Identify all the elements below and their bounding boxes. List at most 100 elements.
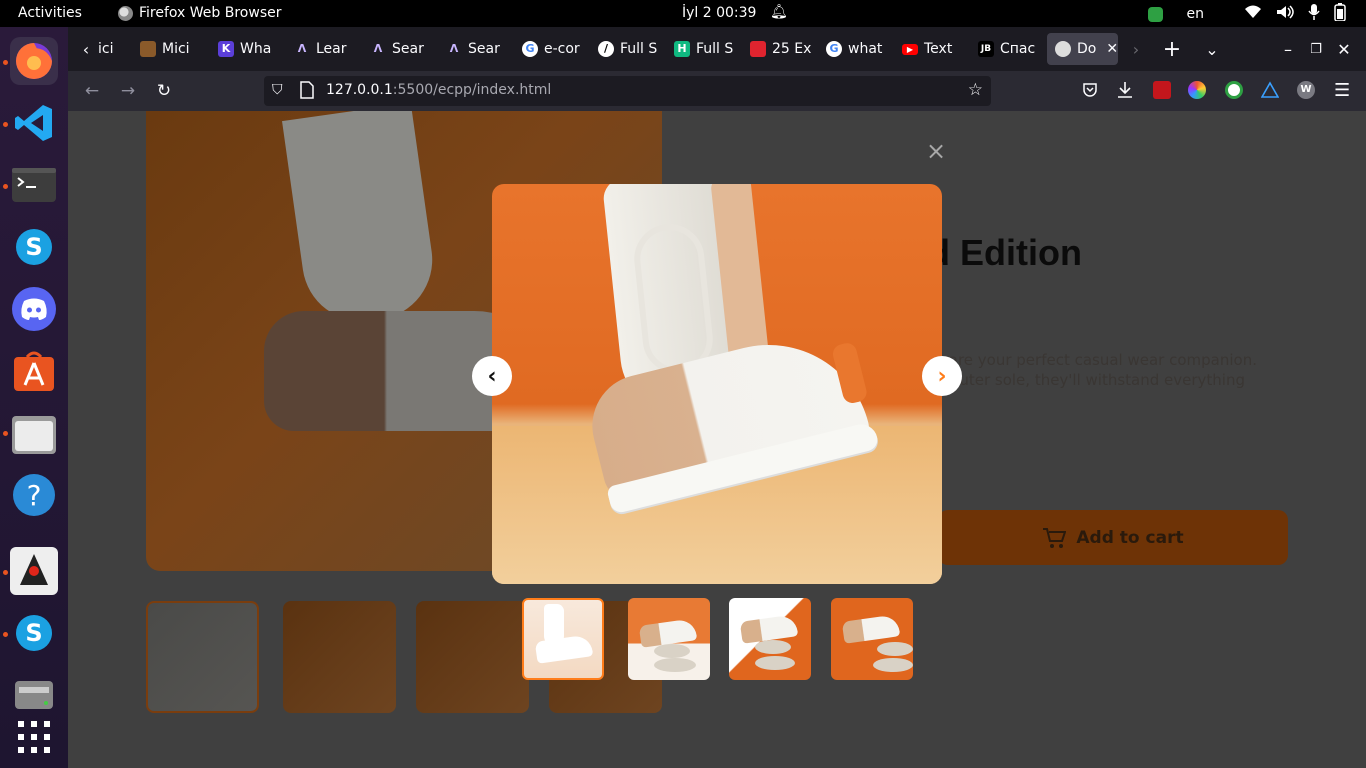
- tab-title: Sear: [392, 41, 424, 57]
- update-shield-icon[interactable]: [1147, 6, 1163, 22]
- tab-title: Sear: [468, 41, 500, 57]
- battery-icon[interactable]: [1334, 3, 1346, 25]
- page-icon[interactable]: [300, 81, 314, 103]
- firefox-icon: [16, 43, 52, 79]
- discord-icon: [12, 287, 56, 331]
- notification-bell-icon: 🔔︎: [770, 4, 788, 20]
- clock[interactable]: İyl 2 00:39: [682, 5, 756, 21]
- running-indicator: [3, 60, 8, 65]
- tab-5[interactable]: Ʌ Sear: [362, 33, 434, 65]
- dock-vscode[interactable]: [10, 99, 58, 147]
- h-favicon-icon: H: [674, 41, 690, 57]
- google-favicon-icon: G: [522, 41, 538, 57]
- close-tab-icon[interactable]: ✕: [1106, 41, 1118, 57]
- running-indicator: [3, 184, 8, 189]
- running-indicator: [3, 570, 8, 575]
- thumb-shoe: [841, 614, 901, 644]
- dock-java[interactable]: [10, 547, 58, 595]
- jetbrains-favicon-icon: JB: [978, 41, 994, 57]
- tab-9[interactable]: H Full S: [666, 33, 738, 65]
- url-bar[interactable]: ⛉ 127.0.0.1:5500/ecpp/index.html ☆: [264, 76, 991, 106]
- lightbox-thumbnail-3[interactable]: [729, 598, 811, 680]
- tab-10[interactable]: 25 Ex: [742, 33, 814, 65]
- pocket-icon[interactable]: [1082, 82, 1098, 102]
- volume-icon[interactable]: [1276, 5, 1294, 23]
- dock-firefox[interactable]: [10, 37, 58, 85]
- tab-14-active[interactable]: Do ✕: [1047, 33, 1118, 65]
- dock-disk[interactable]: [10, 671, 58, 719]
- reload-button[interactable]: ↻: [150, 77, 178, 105]
- app-name-label: Firefox Web Browser: [139, 5, 282, 21]
- shoe-shape: [282, 111, 440, 330]
- favicon-icon: [1055, 41, 1071, 57]
- tab-11[interactable]: Gwhat: [818, 33, 890, 65]
- app-grid-icon: [18, 721, 50, 753]
- product-description: rs are your perfect casual wear companio…: [930, 350, 1290, 390]
- lightbox-thumbnail-1[interactable]: [522, 598, 604, 680]
- tab-2[interactable]: Mici: [132, 33, 204, 65]
- new-tab-button[interactable]: +: [1158, 35, 1186, 63]
- lightbox-close-button[interactable]: ×: [926, 139, 946, 163]
- tab-title: Do: [1077, 41, 1097, 57]
- bookmark-star-icon[interactable]: ☆: [968, 80, 983, 100]
- dock-software-center[interactable]: [10, 347, 58, 395]
- extension-w-icon[interactable]: W: [1297, 81, 1315, 99]
- activities-button[interactable]: Activities: [18, 5, 82, 21]
- dock-show-apps[interactable]: [10, 713, 58, 761]
- minimize-button[interactable]: –: [1274, 35, 1302, 63]
- add-to-cart-button[interactable]: Add to cart: [938, 510, 1288, 565]
- dock-terminal[interactable]: [10, 161, 58, 209]
- forward-button[interactable]: →: [114, 77, 142, 105]
- extension-red-icon[interactable]: [1153, 81, 1171, 99]
- color-picker-extension-icon[interactable]: [1188, 81, 1206, 99]
- url-text[interactable]: 127.0.0.1:5500/ecpp/index.html: [326, 82, 551, 98]
- dock-skype[interactable]: S: [10, 223, 58, 271]
- shield-icon[interactable]: ⛉: [272, 82, 283, 98]
- tab-title: Full S: [696, 41, 734, 57]
- tab-4[interactable]: Ʌ Lear: [286, 33, 358, 65]
- dock-files[interactable]: [10, 409, 58, 457]
- tab-13[interactable]: JB Спас: [970, 33, 1042, 65]
- product-thumbnail-2[interactable]: [283, 601, 396, 713]
- thumb-stone: [755, 656, 795, 670]
- previous-image-button[interactable]: ‹: [472, 356, 512, 396]
- skype-icon: S: [16, 615, 52, 651]
- dock-help[interactable]: ?: [10, 471, 58, 519]
- list-all-tabs-button[interactable]: ⌄: [1198, 35, 1226, 63]
- extension-triangle-icon[interactable]: [1260, 81, 1280, 99]
- tab-title: ici: [98, 41, 114, 57]
- lightbox-image: [492, 184, 942, 584]
- microphone-icon[interactable]: [1308, 4, 1320, 24]
- dock-discord[interactable]: [10, 285, 58, 333]
- product-thumbnail-3[interactable]: [416, 601, 529, 713]
- ubuntu-dock: S ? S: [0, 27, 68, 768]
- back-button[interactable]: ←: [78, 77, 106, 105]
- svg-text:?: ?: [27, 479, 42, 512]
- skype-icon: S: [16, 229, 52, 265]
- system-tray[interactable]: en: [1147, 3, 1347, 25]
- next-image-button[interactable]: ›: [922, 356, 962, 396]
- product-thumbnail-1[interactable]: [146, 601, 259, 713]
- lightbox-thumbnail-2[interactable]: [628, 598, 710, 680]
- thumb-stone: [654, 644, 690, 658]
- restore-button[interactable]: ❐: [1302, 35, 1330, 63]
- input-language[interactable]: en: [1187, 6, 1205, 22]
- wifi-icon[interactable]: [1244, 5, 1262, 23]
- tab-8[interactable]: / Full S: [590, 33, 662, 65]
- disk-icon: [15, 681, 53, 709]
- tabs-scroll-right-button[interactable]: ›: [1122, 35, 1150, 63]
- app-menu[interactable]: Firefox Web Browser: [118, 5, 282, 21]
- tab-3[interactable]: K Wha: [210, 33, 282, 65]
- tab-6[interactable]: Ʌ Sear: [438, 33, 510, 65]
- close-window-button[interactable]: ✕: [1330, 35, 1358, 63]
- tab-7[interactable]: Ge-cor: [514, 33, 586, 65]
- downloads-icon[interactable]: [1117, 81, 1133, 103]
- leaf-favicon-icon: /: [598, 41, 614, 57]
- extension-green-icon[interactable]: [1225, 81, 1243, 99]
- thumb-stone: [654, 658, 696, 672]
- lightbox-thumbnail-4[interactable]: [831, 598, 913, 680]
- tab-title: Lear: [316, 41, 347, 57]
- dock-skype-2[interactable]: S: [10, 609, 58, 657]
- menu-hamburger-icon[interactable]: ☰: [1334, 80, 1350, 101]
- tab-12[interactable]: ▶ Text: [894, 33, 966, 65]
